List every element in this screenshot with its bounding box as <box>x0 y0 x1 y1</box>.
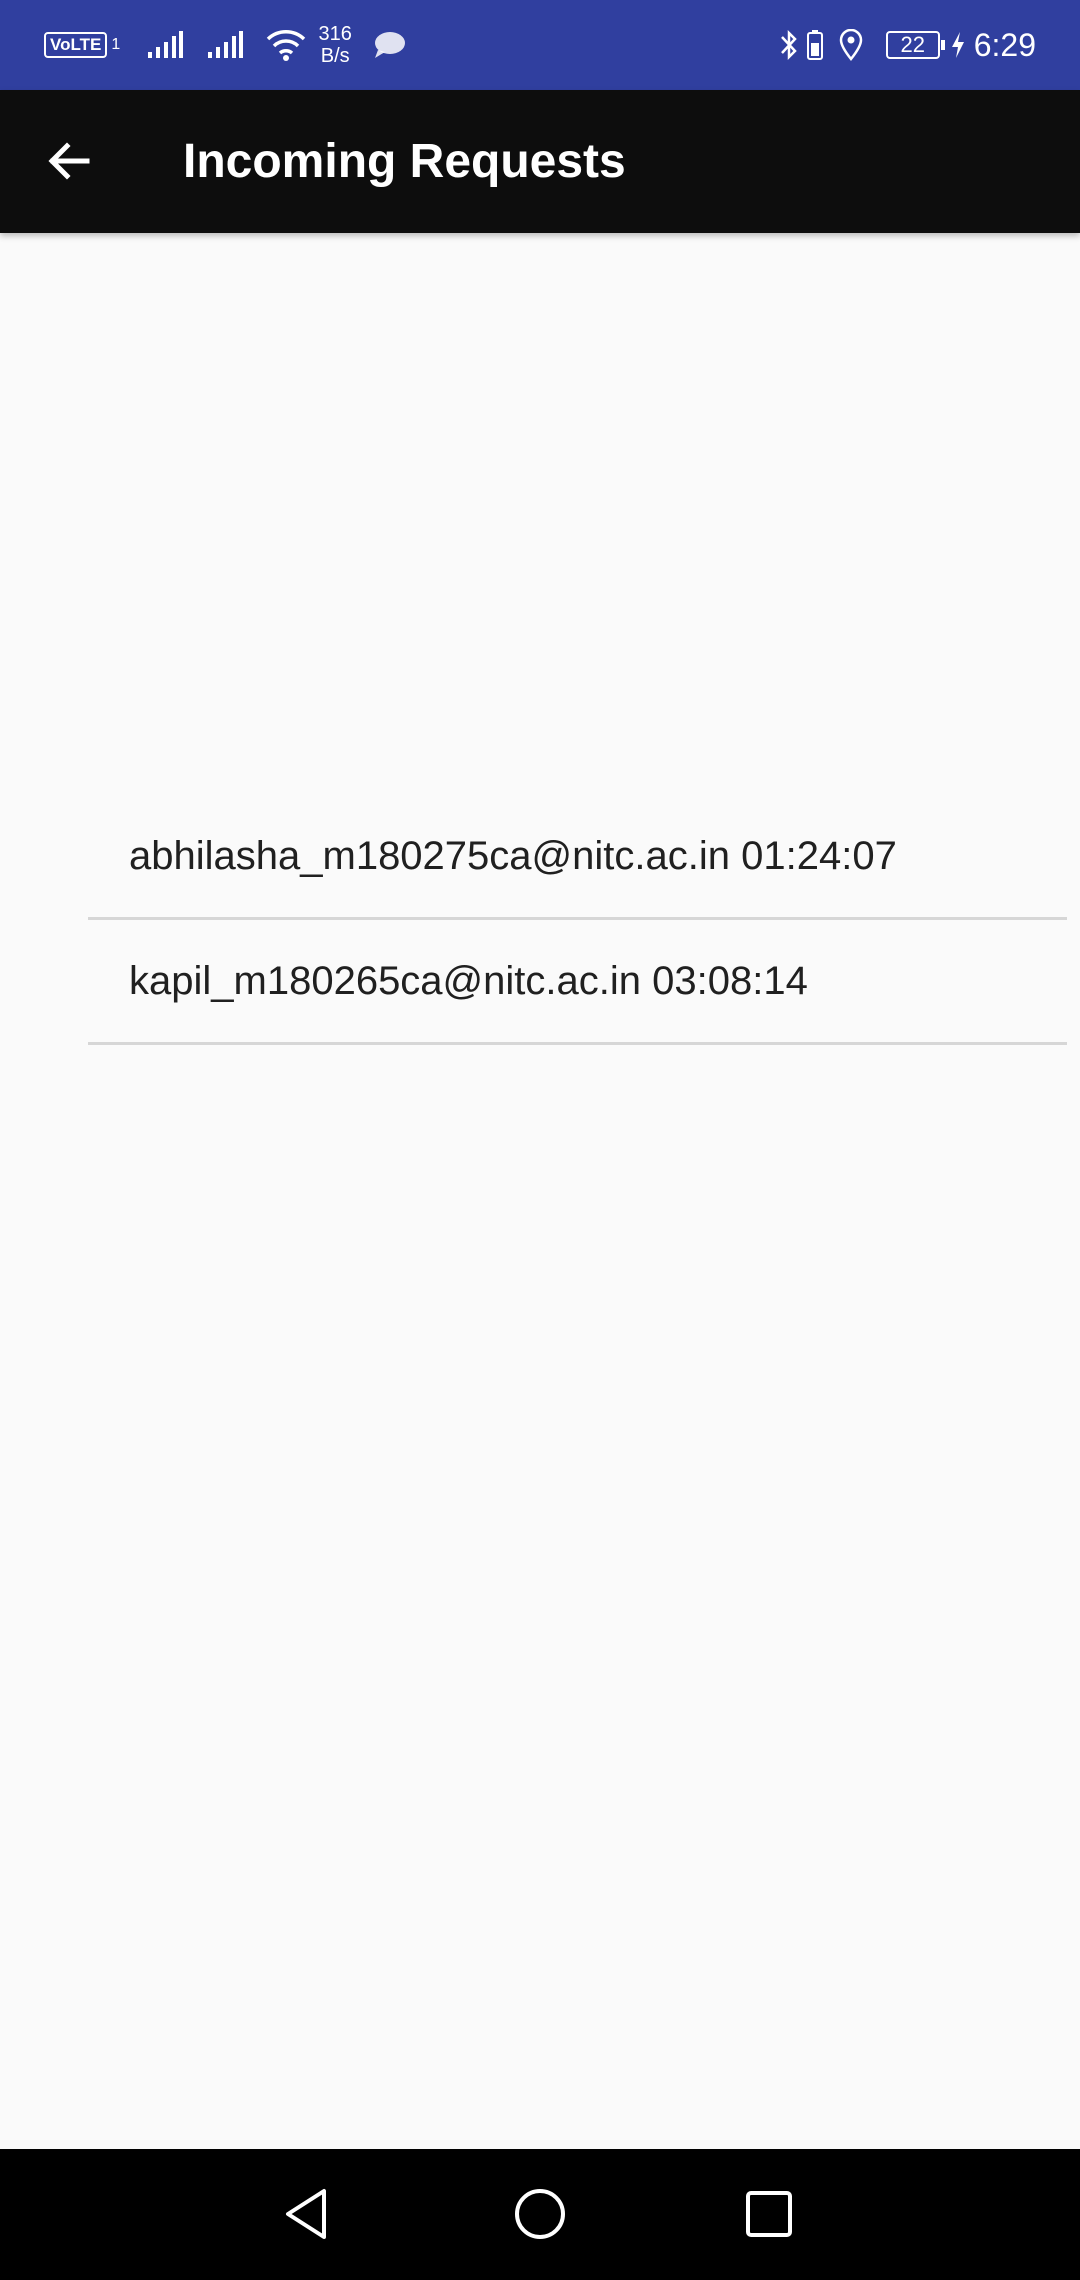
request-label: abhilasha_m180275ca@nitc.ac.in 01:24:07 <box>129 833 897 878</box>
charging-icon <box>951 32 964 58</box>
network-speed-value: 316 <box>318 23 352 45</box>
nav-recent-icon <box>746 2191 792 2237</box>
status-bar-right: 22 6:29 <box>778 0 1036 90</box>
back-button[interactable] <box>34 126 104 196</box>
signal-icon <box>148 31 184 58</box>
app-bar: Incoming Requests <box>0 90 1080 233</box>
nav-back-button[interactable] <box>274 2179 344 2249</box>
chat-icon <box>375 32 406 58</box>
nav-back-icon <box>286 2189 326 2239</box>
battery-level: 22 <box>885 31 945 59</box>
wifi-icon <box>267 30 306 61</box>
bluetooth-icon <box>780 29 797 61</box>
battery-icon <box>806 30 823 60</box>
status-bar-left: VoLTE 1 316 B/s <box>44 0 406 90</box>
requests-list: abhilasha_m180275ca@nitc.ac.in 01:24:07 … <box>88 795 1067 1045</box>
nav-home-icon <box>515 2189 565 2239</box>
location-icon <box>839 29 862 61</box>
volte-badge: VoLTE <box>44 32 108 58</box>
clock: 6:29 <box>973 26 1036 63</box>
navigation-bar <box>0 2149 1080 2280</box>
request-label: kapil_m180265ca@nitc.ac.in 03:08:14 <box>129 958 808 1003</box>
signal-icon <box>208 31 244 58</box>
nav-recent-button[interactable] <box>734 2179 804 2249</box>
request-item[interactable]: abhilasha_m180275ca@nitc.ac.in 01:24:07 <box>88 795 1067 920</box>
volte-sim-indicator: 1 <box>111 36 121 53</box>
status-bar: VoLTE 1 316 B/s 22 6:29 <box>0 0 1080 90</box>
network-speed: 316 B/s <box>312 23 358 67</box>
network-speed-unit: B/s <box>320 45 350 67</box>
arrow-back-icon <box>48 142 90 180</box>
page-title: Incoming Requests <box>183 135 626 188</box>
request-item[interactable]: kapil_m180265ca@nitc.ac.in 03:08:14 <box>88 920 1067 1045</box>
nav-home-button[interactable] <box>505 2179 575 2249</box>
